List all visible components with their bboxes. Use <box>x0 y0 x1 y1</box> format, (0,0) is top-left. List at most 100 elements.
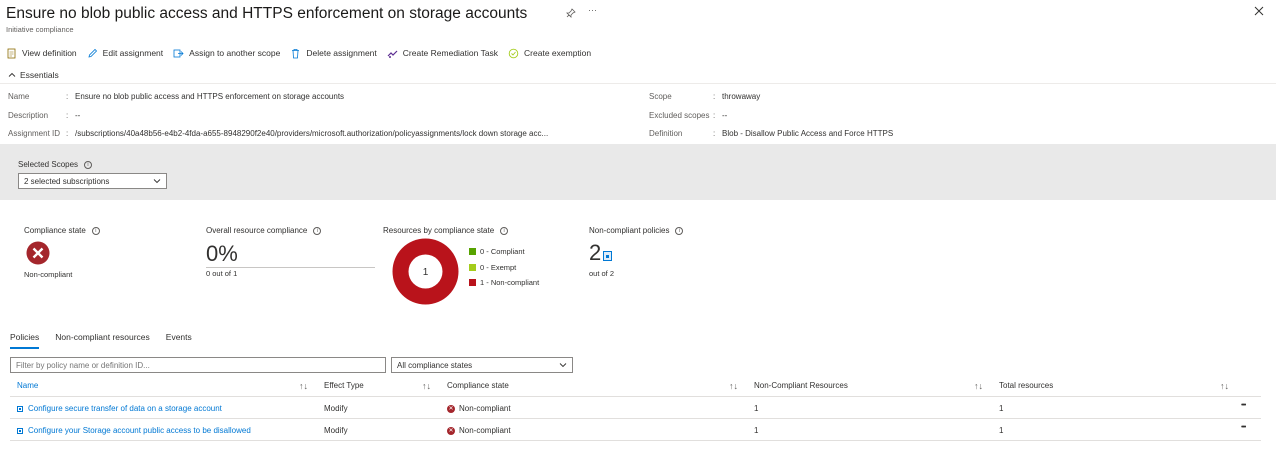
create-remediation-task-button[interactable]: Create Remediation Task <box>387 48 498 59</box>
total-resources-cell: 1 <box>999 404 1004 413</box>
trash-icon <box>292 48 300 58</box>
info-icon[interactable]: i <box>91 226 100 235</box>
legend-label: 1 - Non-compliant <box>480 278 540 288</box>
view-definition-button[interactable]: View definition <box>6 48 77 59</box>
table-row: Configure secure transfer of data on a s… <box>17 404 222 413</box>
overall-compliance-title: Overall resource compliance <box>206 226 308 235</box>
non-compliant-icon: ✕ <box>447 404 455 413</box>
effect-type-cell: Modify <box>324 404 348 413</box>
assign-to-another-scope-label: Assign to another scope <box>189 48 281 58</box>
policy-icon <box>17 405 23 412</box>
compliance-state-cell: ✕ Non-compliant <box>447 404 511 413</box>
legend-swatch <box>469 248 476 256</box>
assignment-id-value: /subscriptions/40a48b56-e4b2-4fda-a655-8… <box>75 129 549 138</box>
compliance-state-text: Non-compliant <box>459 426 511 435</box>
row-more-icon[interactable]: ••• <box>1241 424 1246 431</box>
column-header-compliance-state[interactable]: Compliance state <box>447 381 509 390</box>
policy-name-link[interactable]: Configure secure transfer of data on a s… <box>28 404 222 413</box>
sort-icon[interactable]: ↑↓ <box>299 381 308 391</box>
document-icon <box>7 48 16 58</box>
policy-name-link[interactable]: Configure your Storage account public ac… <box>28 426 251 435</box>
non-compliant-policies-value: 2 <box>589 240 602 265</box>
exemption-icon <box>508 48 519 58</box>
column-header-name[interactable]: Name <box>17 381 38 390</box>
info-icon[interactable]: i <box>675 226 684 235</box>
non-compliant-policies-title-wrap: Non-compliant policies i <box>589 226 684 235</box>
colon: : <box>66 92 69 101</box>
sort-icon[interactable]: ↑↓ <box>1220 381 1229 391</box>
table-row: Configure your Storage account public ac… <box>17 426 251 435</box>
create-exemption-button[interactable]: Create exemption <box>508 48 591 59</box>
create-remediation-task-label: Create Remediation Task <box>402 48 499 58</box>
compliance-state-title: Compliance state <box>24 226 86 235</box>
edit-assignment-button[interactable]: Edit assignment <box>87 48 163 59</box>
excluded-scopes-value: -- <box>722 111 728 120</box>
policy-icon <box>603 251 613 261</box>
table-divider <box>10 418 1261 419</box>
non-compliant-icon: ✕ <box>447 426 455 435</box>
selected-scopes-dropdown[interactable]: 2 selected subscriptions <box>18 173 167 189</box>
non-compliant-icon <box>26 241 50 265</box>
sort-icon[interactable]: ↑↓ <box>729 381 738 391</box>
essentials-heading: Essentials <box>20 70 59 80</box>
edit-assignment-label: Edit assignment <box>102 48 164 58</box>
column-header-effect-type[interactable]: Effect Type <box>324 381 364 390</box>
colon: : <box>713 111 716 120</box>
delete-assignment-button[interactable]: Delete assignment <box>290 48 377 59</box>
colon: : <box>713 129 716 138</box>
row-more-icon[interactable]: ••• <box>1241 402 1246 409</box>
tab-events[interactable]: Events <box>166 332 192 349</box>
scope-value: throwaway <box>722 92 761 101</box>
essentials-description-row: Description : -- <box>8 111 80 120</box>
essentials-definition-row: Definition : Blob - Disallow Public Acce… <box>649 129 893 138</box>
column-header-non-compliant-resources[interactable]: Non-Compliant Resources <box>754 381 848 390</box>
sort-icon[interactable]: ↑↓ <box>974 381 983 391</box>
colon: : <box>66 111 69 120</box>
description-label: Description <box>8 111 49 120</box>
essentials-divider <box>0 83 1276 84</box>
remediation-icon <box>387 50 398 58</box>
view-definition-label: View definition <box>22 48 77 58</box>
create-exemption-label: Create exemption <box>524 48 592 58</box>
compliance-state-value: Non-compliant <box>24 270 73 279</box>
colon: : <box>66 129 69 138</box>
description-value: -- <box>75 111 81 120</box>
page-title: Ensure no blob public access and HTTPS e… <box>6 5 528 22</box>
delete-assignment-label: Delete assignment <box>306 48 377 58</box>
info-icon[interactable]: i <box>500 226 509 235</box>
donut-title: Resources by compliance state <box>383 226 495 235</box>
name-value: Ensure no blob public access and HTTPS e… <box>75 92 345 101</box>
legend-item-exempt: 0 - Exempt <box>469 260 539 276</box>
legend-item-compliant: 0 - Compliant <box>469 244 539 260</box>
legend-label: 0 - Compliant <box>480 247 525 257</box>
essentials-excluded-scopes-row: Excluded scopes : -- <box>649 111 727 120</box>
policy-filter-input[interactable] <box>10 357 386 373</box>
compliance-state-dropdown-value: All compliance states <box>397 360 473 370</box>
sort-icon[interactable]: ↑↓ <box>422 381 431 391</box>
chevron-down-icon <box>153 179 161 184</box>
essentials-name-row: Name : Ensure no blob public access and … <box>8 92 344 101</box>
column-header-total-resources[interactable]: Total resources <box>999 381 1053 390</box>
essentials-assignment-id-row: Assignment ID : /subscriptions/40a48b56-… <box>8 129 548 138</box>
pin-icon[interactable] <box>566 8 576 21</box>
colon: : <box>713 92 716 101</box>
definition-value: Blob - Disallow Public Access and Force … <box>722 129 894 138</box>
selected-scopes-label-wrap: Selected Scopes i <box>18 160 93 169</box>
assign-to-another-scope-button[interactable]: Assign to another scope <box>173 48 280 59</box>
compliance-state-cell: ✕ Non-compliant <box>447 426 511 435</box>
compliance-state-title-wrap: Compliance state i <box>24 226 100 235</box>
info-icon[interactable]: i <box>313 226 322 235</box>
info-icon[interactable]: i <box>84 160 93 169</box>
donut-legend: 0 - Compliant 0 - Exempt 1 - Non-complia… <box>469 244 539 291</box>
policy-icon <box>17 427 23 434</box>
table-divider <box>10 440 1261 441</box>
more-icon[interactable]: ··· <box>588 5 597 15</box>
tab-non-compliant-resources[interactable]: Non-compliant resources <box>55 332 149 349</box>
overall-compliance-title-wrap: Overall resource compliance i <box>206 226 322 235</box>
donut-center-value: 1 <box>423 267 429 278</box>
compliance-state-dropdown[interactable]: All compliance states <box>391 357 573 373</box>
close-icon[interactable] <box>1254 6 1264 19</box>
tab-policies[interactable]: Policies <box>10 332 40 349</box>
essentials-toggle[interactable]: Essentials <box>8 70 59 80</box>
legend-swatch <box>469 279 476 287</box>
